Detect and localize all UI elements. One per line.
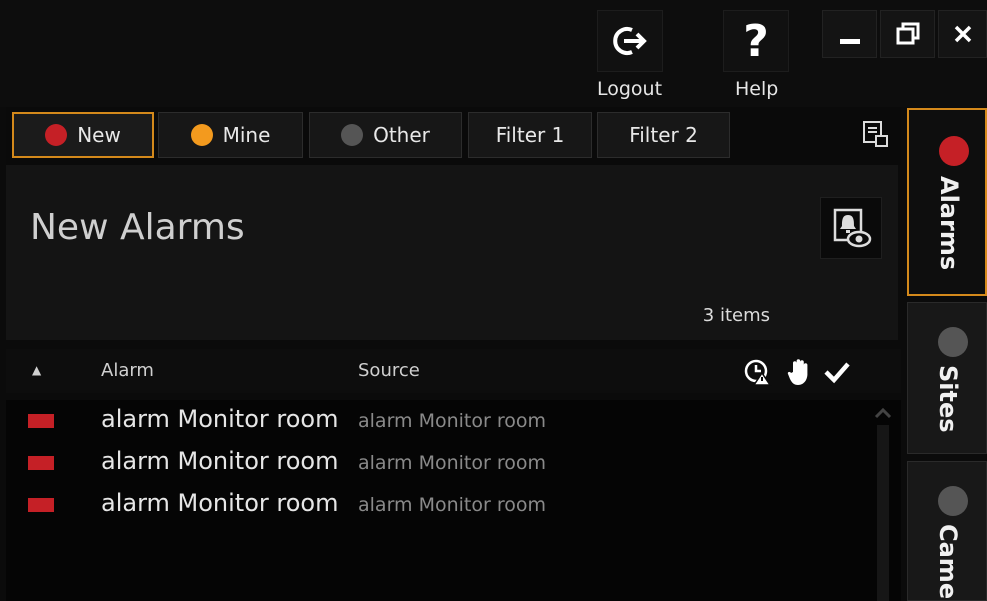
help-label: Help [735, 78, 779, 100]
layout-toggle-button[interactable] [861, 119, 891, 149]
title-bar: Logout ? Help [0, 0, 987, 107]
scroll-up-button[interactable] [872, 404, 894, 422]
side-tab-label: Sites [934, 365, 962, 433]
minimize-button[interactable] [822, 10, 877, 58]
sites-status-dot-icon [938, 327, 968, 357]
alarm-list-header-panel: New Alarms 3 items [6, 165, 898, 340]
chevron-up-icon [874, 407, 892, 419]
logout-label: Logout [597, 78, 663, 100]
restore-icon [896, 22, 919, 45]
alarm-source: alarm Monitor room [358, 452, 547, 474]
filter-tab-filter-1[interactable]: Filter 1 [468, 112, 592, 158]
sort-ascending-icon[interactable]: ▲ [32, 363, 41, 377]
alarm-list: alarm Monitor room alarm Monitor room al… [6, 400, 901, 601]
priority-flag-icon [28, 456, 54, 470]
alarm-name: alarm Monitor room [101, 489, 339, 517]
table-row[interactable]: alarm Monitor room alarm Monitor room [6, 400, 876, 442]
vertical-scrollbar[interactable] [877, 425, 889, 601]
restore-button[interactable] [880, 10, 935, 58]
alarm-view-icon [833, 208, 872, 248]
column-header-source[interactable]: Source [358, 360, 420, 381]
alarm-source: alarm Monitor room [358, 410, 547, 432]
help-button[interactable]: ? [723, 10, 789, 72]
help-icon: ? [743, 15, 769, 67]
filter-tab-label: Mine [222, 123, 271, 147]
mine-status-dot-icon [190, 124, 213, 146]
close-button[interactable] [938, 10, 987, 58]
clock-warning-icon[interactable] [743, 358, 773, 390]
checkmark-icon[interactable] [823, 360, 851, 388]
side-tab-label: Alarms [935, 176, 963, 271]
filter-tab-label: Filter 1 [495, 123, 565, 147]
table-header: ▲ Alarm Source [6, 349, 901, 393]
page-title: New Alarms [30, 207, 245, 248]
new-status-dot-icon [45, 124, 68, 146]
item-count: 3 items [702, 305, 770, 326]
alarm-source: alarm Monitor room [358, 494, 547, 516]
filter-tab-label: Filter 2 [629, 123, 698, 147]
side-tab-alarms[interactable]: Alarms [907, 108, 987, 296]
alarm-view-button[interactable] [820, 197, 882, 259]
filter-tab-other[interactable]: Other [309, 112, 462, 158]
alarm-name: alarm Monitor room [101, 447, 339, 475]
filter-tab-label: New [77, 123, 121, 147]
priority-flag-icon [28, 498, 54, 512]
column-header-alarm[interactable]: Alarm [101, 360, 154, 381]
filter-tab-mine[interactable]: Mine [158, 112, 303, 158]
cameras-status-dot-icon [938, 486, 968, 516]
side-tab-sites[interactable]: Sites [907, 302, 987, 454]
filter-tab-label: Other [373, 123, 430, 147]
other-status-dot-icon [341, 124, 364, 146]
close-icon [954, 25, 971, 43]
filter-tab-new[interactable]: New [12, 112, 154, 158]
alarm-name: alarm Monitor room [101, 405, 339, 433]
table-row[interactable]: alarm Monitor room alarm Monitor room [6, 442, 876, 484]
layout-toggle-icon [863, 121, 888, 147]
filter-bar: New Mine Other Filter 1 Filter 2 [6, 107, 901, 165]
minimize-icon [839, 38, 860, 44]
hand-icon[interactable] [787, 358, 811, 390]
alarms-status-dot-icon [939, 136, 969, 166]
priority-flag-icon [28, 414, 54, 428]
side-tab-cameras[interactable]: Came [907, 461, 987, 601]
logout-icon [613, 27, 647, 55]
side-tab-label: Came [934, 524, 962, 600]
filter-tab-filter-2[interactable]: Filter 2 [597, 112, 730, 158]
logout-button[interactable] [597, 10, 663, 72]
table-row[interactable]: alarm Monitor room alarm Monitor room [6, 484, 876, 526]
